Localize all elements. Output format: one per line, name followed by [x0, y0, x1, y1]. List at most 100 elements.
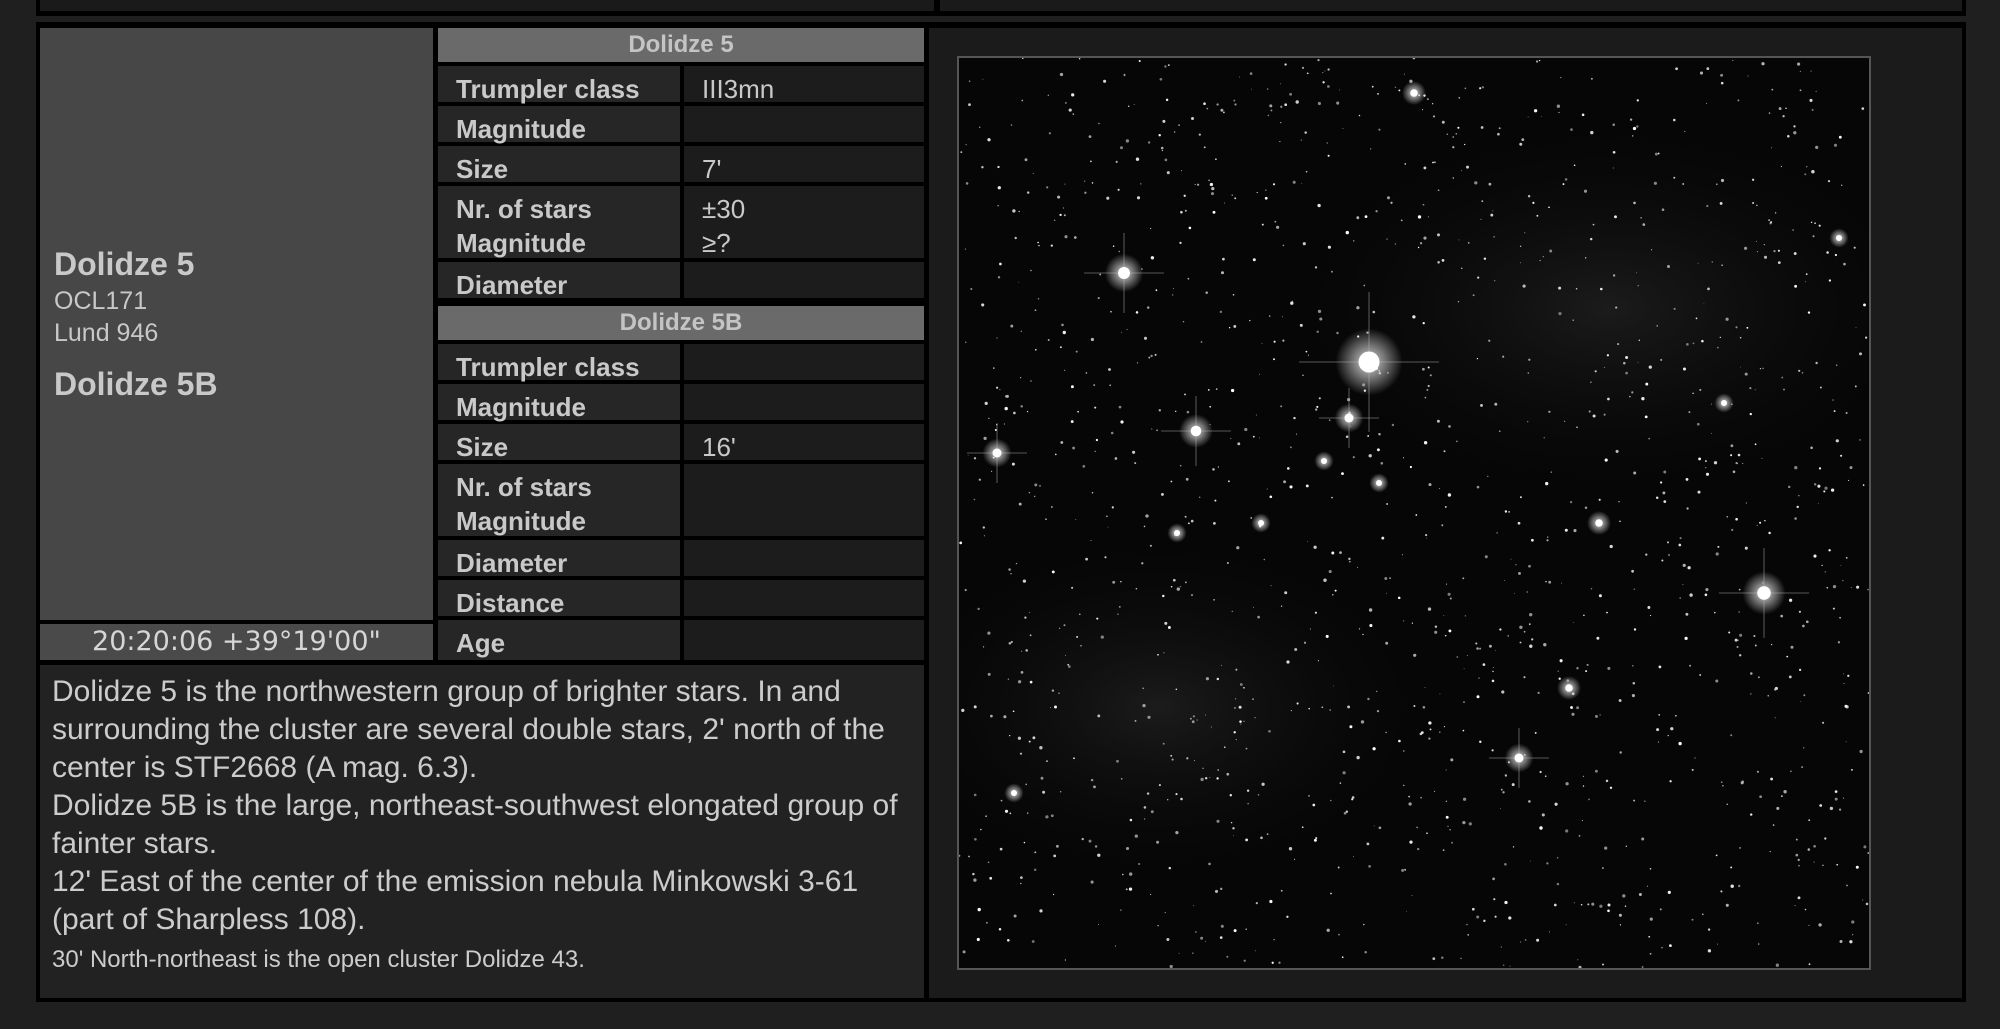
- faint-star: [1787, 485, 1791, 489]
- faint-star: [1698, 457, 1702, 461]
- faint-star: [1840, 564, 1842, 566]
- faint-star: [1415, 514, 1418, 516]
- faint-star: [1678, 741, 1682, 746]
- faint-star: [997, 205, 999, 207]
- faint-star: [1157, 925, 1159, 927]
- faint-star: [1503, 580, 1505, 581]
- faint-star: [1788, 675, 1792, 679]
- faint-star: [1143, 525, 1146, 528]
- table-row: Magnitude: [438, 384, 924, 422]
- faint-star: [1063, 214, 1066, 217]
- faint-star: [1541, 813, 1545, 817]
- faint-star: [1774, 688, 1777, 691]
- faint-star: [1147, 141, 1151, 144]
- faint-star: [1589, 237, 1593, 241]
- faint-star: [1539, 260, 1541, 262]
- faint-star: [1013, 914, 1017, 918]
- faint-star: [1619, 751, 1622, 754]
- faint-star: [1715, 183, 1718, 186]
- faint-star: [1647, 606, 1651, 609]
- row-value: [684, 620, 924, 660]
- faint-star: [1732, 59, 1734, 61]
- faint-star: [1573, 164, 1576, 167]
- faint-star: [1118, 405, 1122, 409]
- faint-star: [1763, 255, 1768, 259]
- faint-star: [1504, 862, 1507, 866]
- faint-star: [1342, 750, 1346, 754]
- faint-star: [1162, 742, 1165, 745]
- faint-star: [1409, 840, 1413, 844]
- faint-star: [1606, 354, 1610, 357]
- faint-star: [1749, 813, 1753, 816]
- faint-star: [1242, 686, 1245, 689]
- faint-star: [1059, 213, 1062, 217]
- faint-star: [1065, 102, 1067, 104]
- faint-star: [1129, 872, 1133, 876]
- faint-star: [1529, 644, 1533, 648]
- faint-star: [1509, 965, 1511, 967]
- faint-star: [1048, 132, 1052, 135]
- faint-star: [1598, 594, 1602, 598]
- faint-star: [1845, 557, 1848, 559]
- faint-star: [1090, 539, 1092, 542]
- faint-star: [1546, 536, 1549, 538]
- faint-star: [1543, 643, 1547, 647]
- faint-star: [1599, 904, 1603, 908]
- faint-star: [1458, 96, 1461, 99]
- faint-star: [1632, 681, 1636, 685]
- faint-star: [1428, 721, 1432, 725]
- faint-star: [982, 78, 984, 80]
- faint-star: [1535, 60, 1539, 63]
- faint-star: [1079, 613, 1081, 615]
- faint-star: [1205, 677, 1209, 681]
- faint-star: [1806, 166, 1808, 168]
- faint-star: [1849, 940, 1853, 944]
- faint-star: [1800, 701, 1802, 703]
- faint-star: [1178, 124, 1180, 126]
- faint-star: [1641, 837, 1645, 841]
- faint-star: [1329, 709, 1331, 711]
- faint-star: [1548, 580, 1552, 584]
- faint-star: [1227, 480, 1230, 483]
- faint-star: [1112, 245, 1115, 247]
- faint-star: [1695, 317, 1698, 320]
- faint-star: [1026, 410, 1029, 413]
- faint-star: [1462, 820, 1466, 825]
- faint-star: [1313, 545, 1317, 549]
- faint-star: [1401, 868, 1405, 872]
- faint-star: [1146, 306, 1150, 309]
- faint-star: [1316, 330, 1319, 333]
- faint-star: [1805, 273, 1808, 275]
- faint-star: [1737, 639, 1739, 641]
- table-row: Distance: [438, 580, 924, 618]
- faint-star: [1644, 800, 1646, 802]
- faint-star: [1240, 723, 1242, 725]
- faint-star: [1813, 554, 1817, 558]
- faint-star: [1023, 841, 1026, 844]
- faint-star: [1524, 939, 1527, 941]
- faint-star: [1629, 395, 1631, 398]
- faint-star: [1403, 73, 1405, 75]
- faint-star: [1034, 309, 1037, 312]
- faint-star: [1273, 340, 1276, 343]
- table-row: Magnitude: [438, 106, 924, 144]
- faint-star: [1648, 935, 1651, 938]
- faint-star: [1607, 909, 1610, 913]
- faint-star: [1833, 410, 1836, 413]
- faint-star: [1710, 403, 1712, 405]
- faint-star: [1605, 779, 1609, 783]
- faint-star: [1761, 62, 1765, 66]
- faint-star: [1464, 143, 1466, 146]
- faint-star: [1829, 806, 1834, 811]
- faint-star: [1411, 895, 1413, 896]
- faint-star: [1527, 116, 1529, 118]
- faint-star: [1631, 694, 1635, 698]
- table-row: Trumpler class III3mn: [438, 66, 924, 104]
- faint-star: [1367, 697, 1370, 701]
- faint-star: [1526, 591, 1528, 593]
- faint-star: [1270, 109, 1273, 112]
- faint-star: [1050, 244, 1053, 247]
- faint-star: [1206, 107, 1209, 110]
- row-label: Nr. of stars Magnitude: [438, 186, 680, 258]
- faint-star: [1412, 315, 1416, 319]
